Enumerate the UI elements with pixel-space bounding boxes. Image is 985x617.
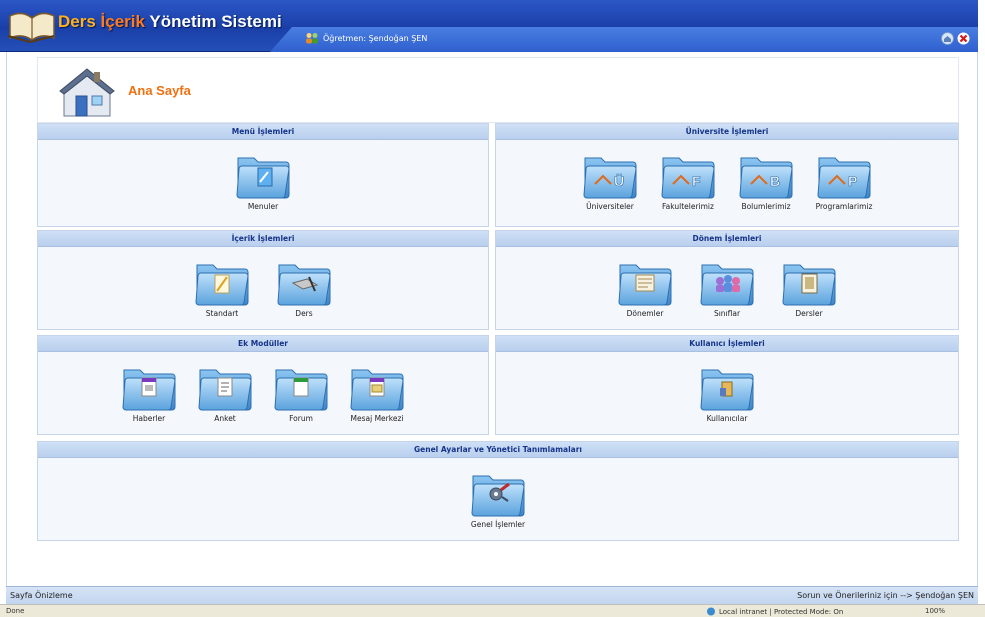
kullanici-item-label: Kullanıcılar — [706, 414, 748, 423]
security-zone: Local intranet | Protected Mode: On — [706, 607, 843, 616]
panel-genel-title: Genel Ayarlar ve Yönetici Tanımlamaları — [38, 442, 958, 458]
letter-b: B — [770, 173, 780, 189]
page-header: Ana Sayfa — [37, 57, 959, 123]
users-folder-icon — [698, 358, 756, 412]
menu-folder-icon — [234, 146, 292, 200]
menu-item-label: Menuler — [247, 202, 279, 211]
menu-item-menuler[interactable]: Menuler — [232, 146, 294, 211]
universite-item-universiteler[interactable]: Ü Üniversiteler — [579, 146, 641, 211]
panel-icerik-title: İçerik İşlemleri — [38, 231, 488, 247]
user-name: Öğretmen: Şendoğan ŞEN — [323, 33, 428, 43]
ek-item-haberler[interactable]: Haberler — [118, 358, 180, 423]
home-settings-icon[interactable] — [941, 32, 954, 45]
universite-item-fakulteler[interactable]: F Fakultelerimiz — [657, 146, 719, 211]
donem-item-label: Sınıflar — [713, 309, 741, 318]
footer-left-text: Sayfa Önizleme — [10, 591, 73, 600]
program-folder-icon: P — [815, 146, 873, 200]
department-folder-icon: B — [737, 146, 795, 200]
donem-item-donemler[interactable]: Dönemler — [614, 253, 676, 318]
donem-item-label: Dersler — [795, 309, 823, 318]
panel-donem: Dönem İşlemleri Dönemler Sınıflar Dersle… — [495, 230, 959, 330]
universite-item-bolumler[interactable]: B Bolumlerimiz — [735, 146, 797, 211]
panel-menu: Menü İşlemleri Menuler — [37, 123, 489, 227]
globe-icon — [707, 607, 715, 616]
users-icon — [306, 33, 318, 44]
icerik-item-ders[interactable]: Ders — [273, 253, 335, 318]
zoom-level[interactable]: 100% — [925, 607, 945, 615]
user-info: Öğretmen: Şendoğan ŞEN — [305, 32, 427, 44]
page-footer: Sayfa Önizleme Sorun ve Önerileriniz içi… — [6, 586, 978, 604]
panel-universite: Üniversite İşlemleri Ü Üniversiteler F F… — [495, 123, 959, 227]
icerik-item-label: Ders — [295, 309, 313, 318]
lesson-folder-icon — [275, 253, 333, 307]
page-title: Ana Sayfa — [128, 83, 191, 98]
universite-item-label: Üniversiteler — [586, 202, 634, 211]
letter-p: P — [848, 173, 857, 189]
class-folder-icon — [698, 253, 756, 307]
panel-ek: Ek Modüller Haberler Anket Forum Mesaj M… — [37, 335, 489, 435]
letter-u: Ü — [614, 173, 624, 189]
donem-item-label: Dönemler — [626, 309, 664, 318]
app-title-part1: Ders — [58, 12, 96, 31]
app-title-part3: Yönetim Sistemi — [149, 12, 282, 31]
icerik-item-label: Standart — [205, 309, 239, 318]
universite-item-label: Programlarimiz — [815, 202, 873, 211]
security-zone-label: Local intranet | Protected Mode: On — [719, 607, 844, 616]
survey-folder-icon — [196, 358, 254, 412]
browser-status-bar: Done Local intranet | Protected Mode: On… — [0, 604, 985, 617]
universite-item-label: Fakultelerimiz — [662, 202, 714, 211]
icerik-item-standart[interactable]: Standart — [191, 253, 253, 318]
close-icon[interactable] — [957, 32, 970, 45]
ek-item-forum[interactable]: Forum — [270, 358, 332, 423]
panel-genel: Genel Ayarlar ve Yönetici Tanımlamaları … — [37, 441, 959, 541]
ek-item-anket[interactable]: Anket — [194, 358, 256, 423]
panel-kullanici-title: Kullanıcı İşlemleri — [496, 336, 958, 352]
status-text: Done — [6, 607, 25, 615]
ek-item-label: Mesaj Merkezi — [350, 414, 404, 423]
news-folder-icon — [120, 358, 178, 412]
ek-item-label: Haberler — [132, 414, 166, 423]
donem-item-dersler[interactable]: Dersler — [778, 253, 840, 318]
panel-icerik: İçerik İşlemleri Standart Ders — [37, 230, 489, 330]
university-folder-icon: Ü — [581, 146, 639, 200]
faculty-folder-icon: F — [659, 146, 717, 200]
kullanici-item-kullanicilar[interactable]: Kullanıcılar — [696, 358, 758, 423]
panel-menu-title: Menü İşlemleri — [38, 124, 488, 140]
content-folder-icon — [193, 253, 251, 307]
forum-folder-icon — [272, 358, 330, 412]
panel-universite-title: Üniversite İşlemleri — [496, 124, 958, 140]
panel-donem-title: Dönem İşlemleri — [496, 231, 958, 247]
footer-contact-link[interactable]: Sorun ve Önerileriniz için --> Şendoğan … — [797, 591, 974, 600]
ek-item-mesaj-merkezi[interactable]: Mesaj Merkezi — [346, 358, 408, 423]
period-folder-icon — [616, 253, 674, 307]
browser-window: Ders İçerik Yönetim Sistemi Öğretmen: Şe… — [0, 0, 985, 617]
universite-item-programlar[interactable]: P Programlarimiz — [813, 146, 875, 211]
courses-folder-icon — [780, 253, 838, 307]
app-title-part2: İçerik — [100, 12, 145, 31]
genel-item-label: Genel İşlemler — [470, 520, 526, 529]
panel-kullanici: Kullanıcı İşlemleri Kullanıcılar — [495, 335, 959, 435]
app-title: Ders İçerik Yönetim Sistemi — [58, 12, 282, 32]
book-logo-icon — [7, 12, 55, 44]
ek-item-label: Anket — [214, 414, 236, 423]
ek-item-label: Forum — [289, 414, 313, 423]
app-title-bar: Ders İçerik Yönetim Sistemi Öğretmen: Şe… — [0, 0, 978, 52]
settings-folder-icon — [469, 464, 527, 518]
window-edge — [978, 0, 985, 604]
donem-item-siniflar[interactable]: Sınıflar — [696, 253, 758, 318]
universite-item-label: Bolumlerimiz — [741, 202, 791, 211]
letter-f: F — [692, 173, 701, 189]
home-icon — [59, 68, 115, 117]
message-center-folder-icon — [348, 358, 406, 412]
genel-item-genel-islemler[interactable]: Genel İşlemler — [467, 464, 529, 529]
panel-ek-title: Ek Modüller — [38, 336, 488, 352]
main-content: Ana Sayfa Menü İşlemleri Menuler Ünivers… — [6, 52, 978, 588]
